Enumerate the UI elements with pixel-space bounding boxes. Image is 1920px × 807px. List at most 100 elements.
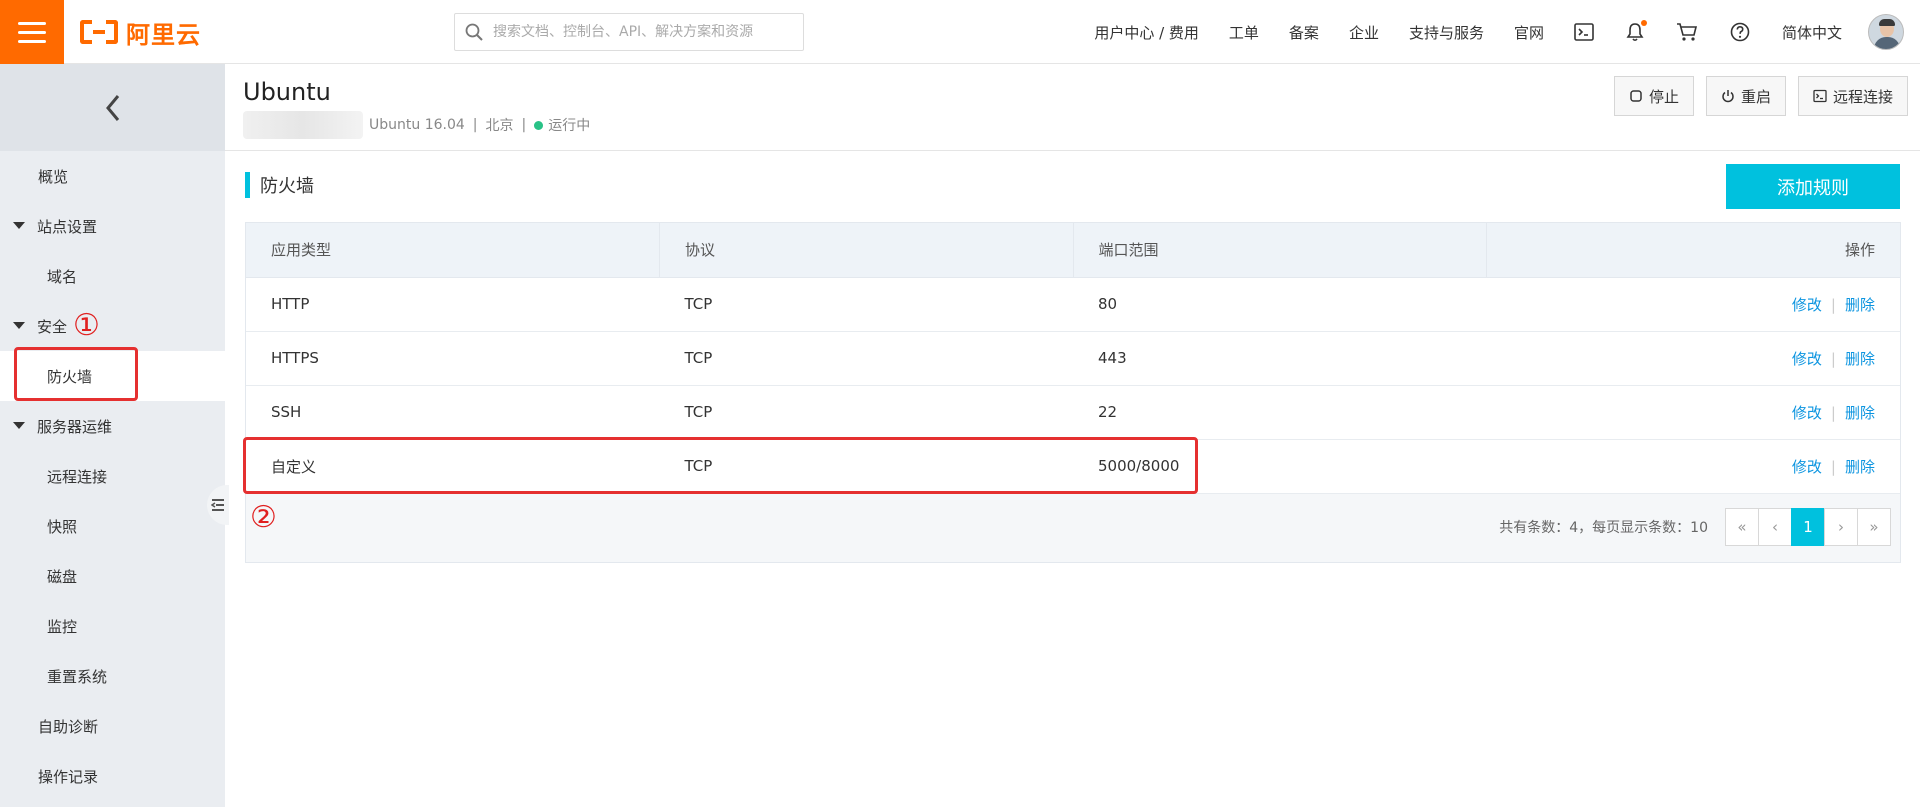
nav-support[interactable]: 支持与服务	[1409, 22, 1484, 43]
cell-port: 22	[1073, 385, 1487, 440]
collapse-menu-icon	[211, 499, 224, 511]
cell-app-type: SSH	[246, 385, 660, 440]
stop-button[interactable]: 停止	[1613, 76, 1694, 116]
table-header-row: 应用类型 协议 端口范围 操作	[246, 223, 1900, 278]
logo-text: 阿里云	[126, 20, 201, 49]
column-header-app-type: 应用类型	[246, 223, 660, 278]
caret-down-icon	[13, 222, 25, 229]
sidebar-item-label: 域名	[47, 267, 78, 286]
edit-link[interactable]: 修改	[1792, 296, 1822, 314]
cell-port: 443	[1073, 331, 1487, 386]
cell-actions: 修改 | 删除	[1486, 439, 1900, 494]
chevron-left-icon	[105, 94, 119, 121]
nav-ticket[interactable]: 工单	[1229, 22, 1259, 43]
language-switch[interactable]: 简体中文	[1782, 22, 1842, 43]
nav-icp[interactable]: 备案	[1289, 22, 1319, 43]
nav-official-site[interactable]: 官网	[1514, 22, 1544, 43]
cell-actions: 修改 | 删除	[1486, 331, 1900, 386]
cell-port: 80	[1073, 277, 1487, 332]
instance-os: Ubuntu 16.04	[369, 117, 465, 133]
edit-link[interactable]: 修改	[1792, 404, 1822, 422]
instance-meta: Ubuntu 16.04 | 北京 | 运行中	[243, 110, 590, 140]
pagination-info: 共有条数：4，每页显示条数：10	[1499, 520, 1708, 536]
add-rule-button[interactable]: 添加规则	[1726, 164, 1900, 209]
sidebar-item-label: 自助诊断	[38, 717, 99, 736]
sidebar-group-security[interactable]: 安全 ①	[0, 301, 225, 351]
search-box[interactable]	[454, 13, 804, 51]
sidebar-item-label: 概览	[38, 167, 69, 186]
sidebar-item-label: 安全	[37, 317, 68, 336]
page-next-button[interactable]: ›	[1824, 508, 1858, 546]
hamburger-menu-button[interactable]	[0, 0, 64, 64]
sidebar-group-server-ops[interactable]: 服务器运维	[0, 401, 225, 451]
delete-link[interactable]: 删除	[1845, 350, 1875, 368]
sidebar-item-domain[interactable]: 域名	[0, 251, 225, 301]
sidebar-item-label: 磁盘	[47, 567, 78, 586]
page-current-button[interactable]: 1	[1791, 508, 1825, 546]
remote-connect-button[interactable]: 远程连接	[1797, 76, 1908, 116]
caret-down-icon	[13, 422, 25, 429]
nav-enterprise[interactable]: 企业	[1349, 22, 1379, 43]
top-nav-links: 用户中心 / 费用 工单 备案 企业 支持与服务 官网 简体中文	[1094, 0, 1920, 64]
column-header-port-range: 端口范围	[1073, 223, 1487, 278]
table-row: HTTPS TCP 443 修改 | 删除	[246, 331, 1900, 386]
terminal-icon	[1813, 89, 1827, 103]
redacted-instance-name	[243, 111, 363, 139]
bell-icon[interactable]	[1626, 20, 1647, 42]
instance-region: 北京	[485, 118, 514, 134]
search-icon	[465, 23, 483, 41]
sidebar-item-monitor[interactable]: 监控	[0, 601, 225, 651]
section-title: 防火墙	[245, 172, 314, 198]
terminal-icon[interactable]	[1574, 23, 1594, 41]
sidebar-item-label: 远程连接	[47, 467, 108, 486]
pagination-bar: 共有条数：4，每页显示条数：10 « ‹ 1 › »	[245, 493, 1901, 561]
sidebar-item-snapshot[interactable]: 快照	[0, 501, 225, 551]
sidebar-item-label: 操作记录	[38, 767, 99, 786]
sidebar-item-operation-log[interactable]: 操作记录	[0, 751, 225, 801]
cell-actions: 修改 | 删除	[1486, 385, 1900, 440]
delete-link[interactable]: 删除	[1845, 458, 1875, 476]
annotation-highlight-firewall	[14, 347, 138, 401]
aliyun-logo-icon	[80, 20, 118, 44]
cart-icon[interactable]	[1676, 22, 1698, 42]
annotation-highlight-custom-rule	[243, 437, 1198, 494]
edit-link[interactable]: 修改	[1792, 350, 1822, 368]
page-prev-button[interactable]: ‹	[1758, 508, 1792, 546]
sidebar: 概览 站点设置 域名 安全 ① 防火墙 服务器运维 远程连接 快照 磁盘 监控 重…	[0, 64, 225, 807]
table-row: SSH TCP 22 修改 | 删除	[246, 385, 1900, 440]
annotation-number-1: ①	[73, 308, 100, 343]
sidebar-group-site-settings[interactable]: 站点设置	[0, 201, 225, 251]
sidebar-item-label: 站点设置	[37, 217, 98, 236]
sidebar-item-label: 监控	[47, 617, 78, 636]
sidebar-item-reset-system[interactable]: 重置系统	[0, 651, 225, 701]
nav-user-center[interactable]: 用户中心 / 费用	[1094, 22, 1199, 43]
sidebar-item-self-diagnosis[interactable]: 自助诊断	[0, 701, 225, 751]
cell-protocol: TCP	[659, 277, 1073, 332]
cell-protocol: TCP	[659, 331, 1073, 386]
sidebar-back-area[interactable]	[0, 64, 225, 151]
cell-app-type: HTTP	[246, 277, 660, 332]
hamburger-line	[18, 39, 46, 43]
page-first-button[interactable]: «	[1725, 508, 1759, 546]
column-header-actions: 操作	[1486, 223, 1900, 278]
power-icon	[1722, 90, 1734, 103]
instance-header: Ubuntu Ubuntu 16.04 | 北京 | 运行中 停止 重启 远程连…	[225, 64, 1920, 151]
sidebar-item-overview[interactable]: 概览	[0, 151, 225, 201]
help-icon[interactable]	[1730, 22, 1750, 42]
sidebar-item-remote-connect[interactable]: 远程连接	[0, 451, 225, 501]
aliyun-logo[interactable]: 阿里云	[80, 16, 201, 49]
table-row: HTTP TCP 80 修改 | 删除	[246, 277, 1900, 332]
instance-title: Ubuntu	[243, 78, 331, 106]
page-last-button[interactable]: »	[1857, 508, 1891, 546]
hamburger-line	[18, 30, 46, 34]
sidebar-item-disk[interactable]: 磁盘	[0, 551, 225, 601]
sidebar-item-label: 快照	[47, 517, 78, 536]
delete-link[interactable]: 删除	[1845, 296, 1875, 314]
restart-button[interactable]: 重启	[1705, 76, 1786, 116]
user-avatar[interactable]	[1868, 14, 1904, 50]
annotation-number-2: ②	[250, 500, 277, 535]
edit-link[interactable]: 修改	[1792, 458, 1822, 476]
delete-link[interactable]: 删除	[1845, 404, 1875, 422]
top-navigation-bar: 阿里云 用户中心 / 费用 工单 备案 企业 支持与服务 官网 简体中文	[0, 0, 1920, 64]
search-input[interactable]	[493, 24, 783, 40]
